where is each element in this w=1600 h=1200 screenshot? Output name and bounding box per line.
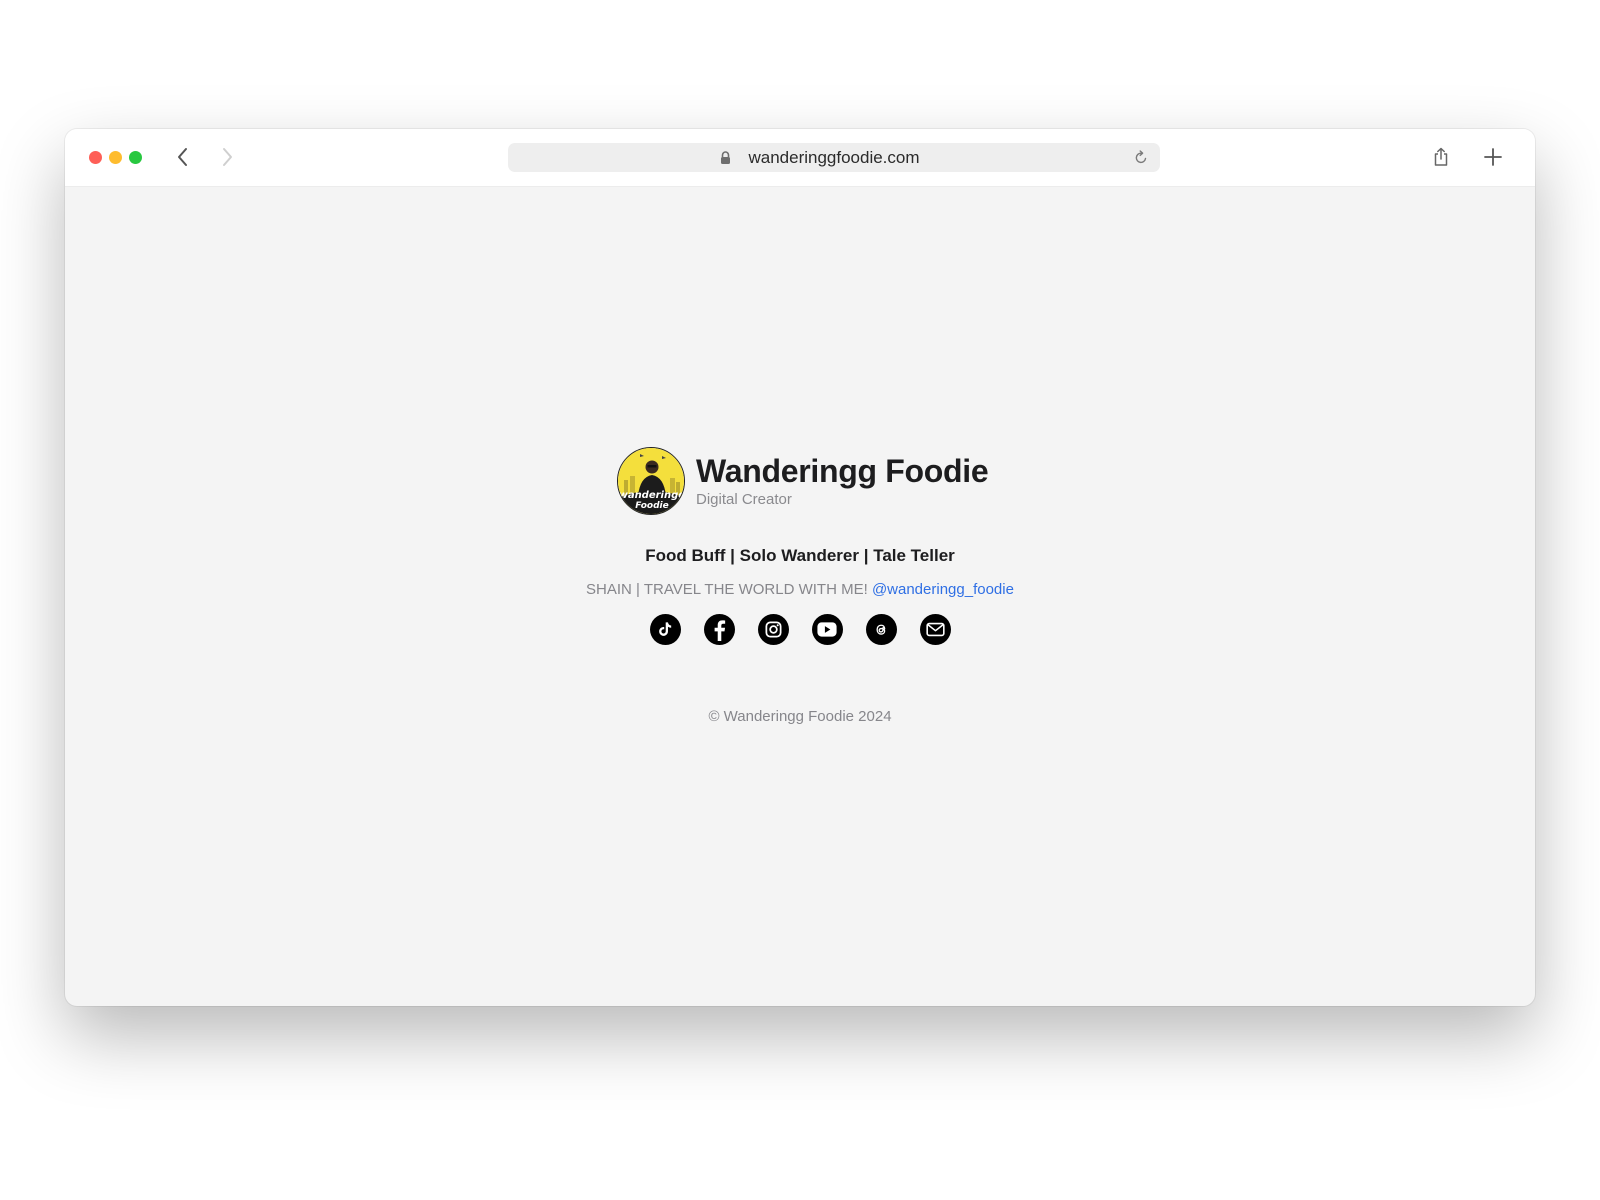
avatar-image: wanderingg Foodie <box>618 448 685 514</box>
footer-copyright: © Wanderingg Foodie 2024 <box>708 708 892 725</box>
email-link[interactable] <box>919 614 951 645</box>
minimize-window-button[interactable] <box>109 151 122 164</box>
chevron-right-icon <box>223 148 232 166</box>
tiktok-link[interactable] <box>649 614 681 645</box>
avatar-logo-text-2: Foodie <box>635 501 668 511</box>
facebook-icon <box>714 619 726 641</box>
instagram-icon <box>765 621 781 638</box>
reload-icon[interactable] <box>1134 150 1148 165</box>
profile-role: Digital Creator <box>696 490 792 508</box>
share-button[interactable] <box>1427 143 1455 171</box>
profile-name: Wanderingg Foodie <box>696 452 989 489</box>
address-bar[interactable]: wanderinggfoodie.com <box>508 143 1160 172</box>
forward-button[interactable] <box>213 143 241 171</box>
zoom-window-button[interactable] <box>129 151 142 164</box>
new-tab-button[interactable] <box>1479 143 1507 171</box>
back-button[interactable] <box>169 143 197 171</box>
youtube-link[interactable] <box>811 614 843 645</box>
email-icon <box>925 622 945 637</box>
browser-toolbar: wanderinggfoodie.com <box>65 129 1535 187</box>
plus-icon <box>1484 148 1502 166</box>
close-window-button[interactable] <box>89 151 102 164</box>
bio-text: SHAIN | TRAVEL THE WORLD WITH ME! <box>586 581 868 598</box>
profile-bio: SHAIN | TRAVEL THE WORLD WITH ME! @wande… <box>65 581 1535 598</box>
avatar-logo-text: wanderingg <box>619 490 685 501</box>
profile-header: wanderingg Foodie Wanderingg Foodie Digi… <box>617 447 989 515</box>
avatar[interactable]: wanderingg Foodie <box>617 447 685 515</box>
threads-icon <box>876 624 886 635</box>
profile-tagline: Food Buff | Solo Wanderer | Tale Teller <box>645 546 955 565</box>
profile-name-block: Wanderingg Foodie Digital Creator <box>696 452 989 508</box>
threads-link[interactable] <box>865 614 897 645</box>
share-icon <box>1434 147 1448 166</box>
tiktok-icon <box>658 622 671 636</box>
instagram-handle-link[interactable]: @wanderingg_foodie <box>872 581 1014 598</box>
chevron-left-icon <box>178 148 187 166</box>
youtube-icon <box>817 622 837 637</box>
social-links <box>65 614 1535 645</box>
page-content: wanderingg Foodie Wanderingg Foodie Digi… <box>65 186 1535 1006</box>
instagram-link[interactable] <box>757 614 789 645</box>
address-url[interactable]: wanderinggfoodie.com <box>508 143 1160 172</box>
browser-window: wanderinggfoodie.com wanderingg Foodie W… <box>65 129 1535 1006</box>
facebook-link[interactable] <box>703 614 735 645</box>
